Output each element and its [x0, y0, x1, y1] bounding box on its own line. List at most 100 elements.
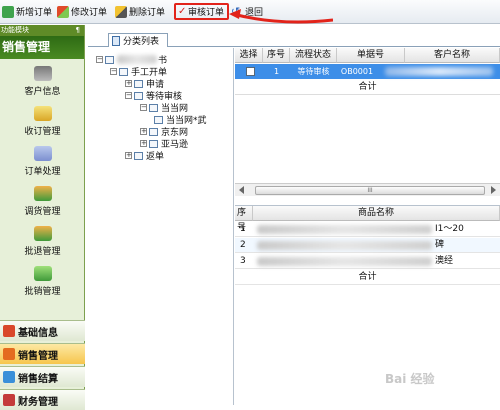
scroll-grip: III: [367, 187, 373, 194]
edit-order-label: 修改订单: [71, 8, 108, 18]
redacted-text: [117, 55, 157, 64]
nav-item-label: 收订管理: [24, 127, 61, 137]
audit-highlight-box: [174, 3, 229, 20]
nav-item-transfer[interactable]: 调货管理: [0, 186, 85, 217]
category-finance[interactable]: 财务管理: [0, 389, 85, 410]
column-header-customer[interactable]: 客户名称: [405, 48, 500, 63]
collapse-icon[interactable]: −: [110, 68, 117, 75]
table-row[interactable]: 1 等待审核 OB0001: [235, 64, 500, 79]
tree-node-returns[interactable]: + 返单: [125, 149, 164, 162]
folder-icon: [134, 91, 143, 100]
row-product-tail: 碑: [435, 240, 445, 250]
total-row: 合计: [235, 80, 500, 95]
basic-info-icon: [3, 325, 15, 337]
horizontal-scrollbar[interactable]: III: [235, 183, 500, 196]
new-order-button[interactable]: 新增订单: [2, 4, 52, 19]
scroll-thumb[interactable]: III: [255, 186, 485, 195]
collapse-icon[interactable]: −: [125, 92, 132, 99]
folder-icon: [149, 103, 158, 112]
category-sales-settlement[interactable]: 销售结算: [0, 366, 85, 387]
category-label: 销售结算: [18, 373, 58, 385]
nav-item-label: 调货管理: [24, 207, 61, 217]
pin-icon[interactable]: ¶: [76, 25, 80, 36]
column-header-product[interactable]: 商品名称: [253, 206, 500, 221]
category-basic-info[interactable]: 基础信息: [0, 320, 85, 341]
transfer-icon: [33, 186, 52, 201]
row-product-tail: I1～20: [435, 224, 464, 234]
table-row[interactable]: 2 碑: [235, 238, 500, 253]
folder-icon: [119, 67, 128, 76]
module-header-label: 功能模块: [1, 26, 29, 34]
collapse-icon[interactable]: −: [140, 104, 147, 111]
sales-management-icon: [3, 348, 15, 360]
column-header-status[interactable]: 流程状态: [290, 48, 337, 63]
delete-order-label: 删除订单: [129, 8, 166, 18]
delete-order-icon: [115, 5, 127, 18]
nav-item-batch-return[interactable]: 批退管理: [0, 226, 85, 257]
total-label: 合计: [358, 82, 377, 92]
folder-icon: [134, 79, 143, 88]
scroll-right-icon[interactable]: [491, 186, 496, 194]
redacted-product: [257, 241, 432, 250]
expand-icon[interactable]: +: [140, 128, 147, 135]
category-label: 基础信息: [18, 327, 58, 339]
collapse-icon[interactable]: −: [96, 56, 103, 63]
nav-item-batch-sales[interactable]: 批销管理: [0, 266, 85, 297]
annotation-arrow-icon: [229, 9, 333, 24]
document-icon: [112, 35, 120, 46]
nav-item-customer-info[interactable]: 客户信息: [0, 66, 85, 97]
column-header-doc-no[interactable]: 单据号: [337, 48, 405, 63]
nav-item-order-processing[interactable]: 订单处理: [0, 146, 85, 177]
tab-category-list[interactable]: 分类列表: [108, 33, 168, 47]
batch-sales-icon: [33, 266, 52, 281]
folder-icon: [154, 115, 163, 124]
left-nav-pane: 功能模块 ¶ 销售管理 客户信息 收订管理 订单处理 调货管理 批退管理 批销管…: [0, 25, 85, 410]
column-header-index[interactable]: 序号: [263, 48, 290, 63]
order-processing-icon: [33, 146, 52, 161]
watermark: Bai 经验: [385, 372, 435, 386]
sales-settlement-icon: [3, 371, 15, 383]
order-grid: 选择 序号 流程状态 单据号 客户名称 1 等待审核 OB0001 合计: [235, 48, 500, 196]
category-tree: − 书 − 手工开单 + 申请 − 等待审核 − 当当网 当当网*武 + 京东网…: [90, 48, 234, 405]
expand-icon[interactable]: +: [125, 80, 132, 87]
scroll-left-icon[interactable]: [239, 186, 244, 194]
section-title: 销售管理: [0, 36, 84, 59]
module-header: 功能模块 ¶: [0, 25, 84, 36]
nav-item-label: 客户信息: [24, 87, 61, 97]
tab-label: 分类列表: [123, 37, 160, 47]
category-sales-management[interactable]: 销售管理: [0, 343, 85, 364]
table-row[interactable]: 1 I1～20: [235, 222, 500, 237]
delete-order-button[interactable]: 删除订单: [115, 4, 165, 19]
batch-return-icon: [33, 226, 52, 241]
category-label: 财务管理: [18, 396, 58, 408]
nav-item-label: 批退管理: [24, 247, 61, 257]
row-no: 1: [240, 224, 246, 234]
row-product-tail: 澳经: [435, 256, 454, 266]
row-no: 2: [240, 240, 246, 250]
column-header-select[interactable]: 选择: [235, 48, 263, 63]
row-index: 1: [273, 67, 280, 76]
row-status: 等待审核: [297, 67, 330, 76]
folder-icon: [149, 127, 158, 136]
folder-icon: [149, 139, 158, 148]
tree-node-label: 返单: [146, 152, 165, 162]
row-checkbox[interactable]: [246, 67, 255, 76]
nav-item-label: 订单处理: [24, 167, 61, 177]
folder-icon: [134, 151, 143, 160]
table-row[interactable]: 3 澳经: [235, 254, 500, 269]
folder-icon: [105, 55, 114, 64]
expand-icon[interactable]: +: [140, 140, 147, 147]
redacted-product: [257, 225, 432, 234]
expand-icon[interactable]: +: [125, 152, 132, 159]
category-label: 销售管理: [18, 350, 58, 362]
row-no: 3: [240, 256, 246, 266]
edit-order-button[interactable]: 修改订单: [57, 4, 107, 19]
redacted-customer: [385, 67, 493, 76]
customer-info-icon: [33, 66, 52, 81]
edit-order-icon: [57, 5, 69, 18]
finance-icon: [3, 394, 15, 406]
column-header-no[interactable]: 序号: [235, 206, 253, 233]
total-label: 合计: [358, 272, 377, 282]
order-receipt-icon: [33, 106, 52, 121]
nav-item-order-receipt[interactable]: 收订管理: [0, 106, 85, 137]
